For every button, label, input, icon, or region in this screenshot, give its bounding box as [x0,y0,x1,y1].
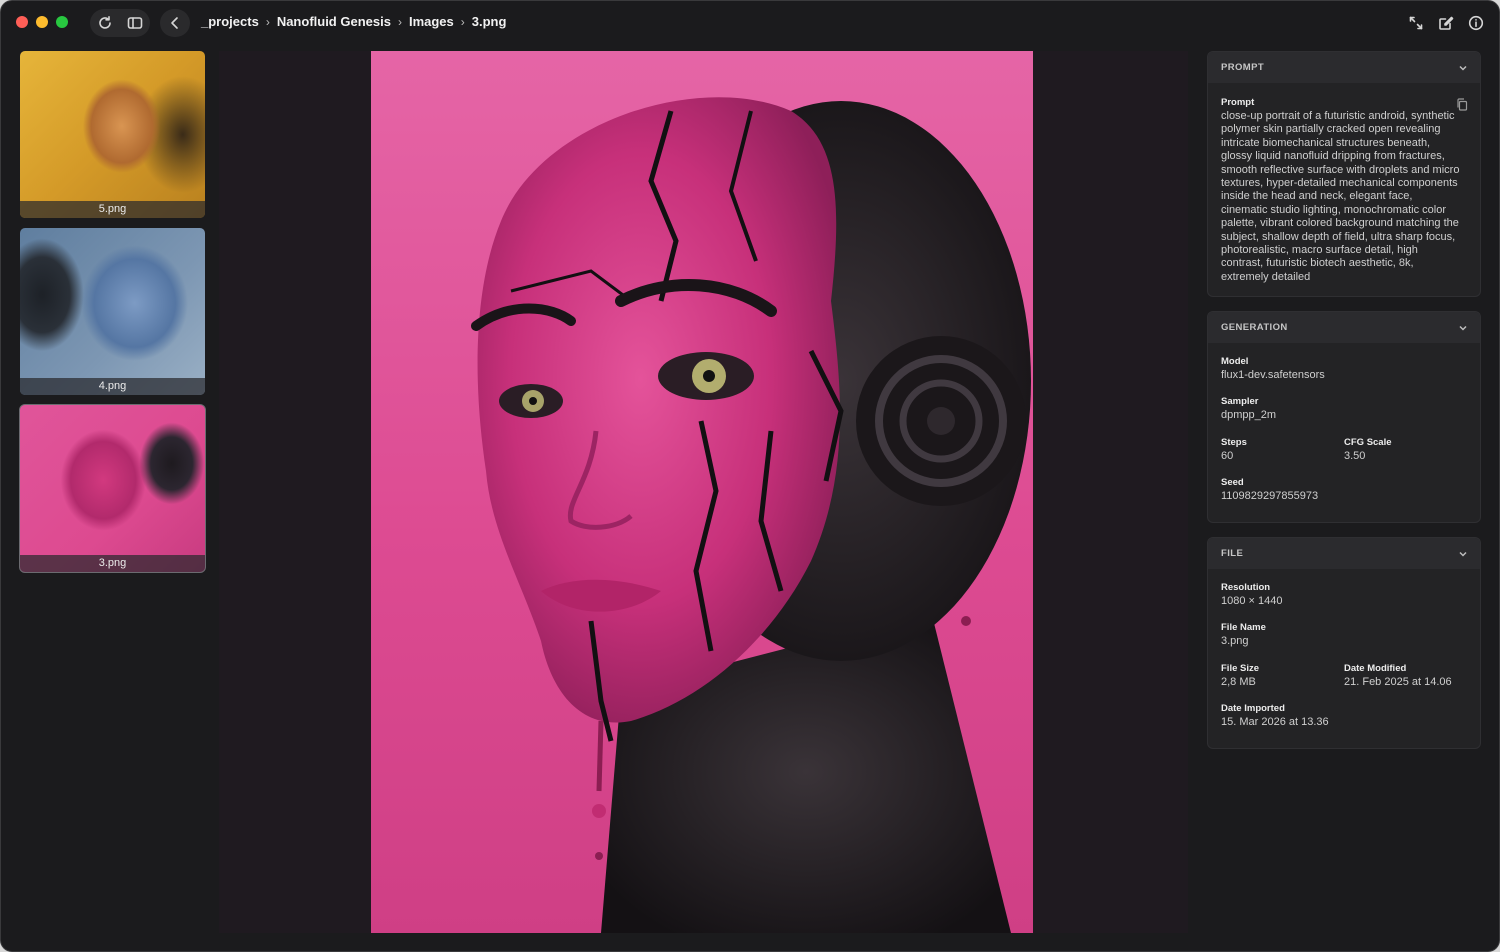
modified-value: 21. Feb 2025 at 14.06 [1344,675,1452,688]
breadcrumb-item-project[interactable]: Nanofluid Genesis [277,14,391,29]
thumbnail-image [20,405,205,572]
breadcrumb-separator: › [397,14,402,29]
cfg-value: 3.50 [1344,449,1366,462]
chevron-left-icon [171,17,178,29]
filesize-value: 2,8 MB [1221,675,1256,688]
steps-cfg-row: Steps 60 CFG Scale 3.50 [1221,437,1467,477]
prompt-panel-title: PROMPT [1221,62,1265,73]
breadcrumb-separator: › [460,14,465,29]
imported-field: Date Imported 15. Mar 2026 at 13.36 [1221,703,1467,729]
refresh-icon [99,16,111,29]
thumbnail-caption: 5.png [20,201,205,218]
cfg-field: CFG Scale 3.50 [1344,437,1467,463]
toolbar-group-back [160,9,190,37]
android-portrait-illustration [471,97,1031,933]
size-modified-row: File Size 2,8 MB Date Modified 21. Feb 2… [1221,663,1467,703]
modified-label: Date Modified [1344,662,1407,674]
info-button[interactable] [1461,9,1491,37]
generation-panel: GENERATION Model flux1-dev.safetensors S… [1207,311,1481,523]
seed-value: 1109829297855973 [1221,490,1319,503]
filename-label: File Name [1221,622,1266,634]
thumbnail-image [20,51,205,218]
edit-button[interactable] [1431,9,1461,37]
copy-prompt-button[interactable] [1456,98,1468,111]
breadcrumb-item-projects[interactable]: _projects [201,14,259,29]
filename-field: File Name 3.png [1221,622,1467,648]
breadcrumb-separator: › [265,14,270,29]
imported-label: Date Imported [1221,703,1285,715]
fullscreen-button[interactable] [1401,9,1431,37]
thumbnail-4[interactable]: 4.png [20,228,205,395]
generation-panel-header[interactable]: GENERATION [1208,312,1480,343]
sidebar-icon [127,17,143,29]
file-panel-header[interactable]: FILE [1208,538,1480,569]
main-image [371,51,1033,933]
minimize-window-button[interactable] [36,16,48,28]
sampler-label: Sampler [1221,396,1259,408]
model-label: Model [1221,356,1249,367]
copy-icon [1457,98,1468,111]
toolbar-group-left [90,9,150,37]
thumbnail-caption: 3.png [20,555,205,572]
filesize-field: File Size 2,8 MB [1221,663,1344,689]
sampler-field: Sampler dpmpp_2m [1221,396,1467,422]
breadcrumb-item-folder[interactable]: Images [409,14,454,29]
prompt-text: close-up portrait of a futuristic androi… [1221,110,1460,283]
compose-icon [1439,16,1454,30]
cfg-label: CFG Scale [1344,436,1392,448]
sampler-value: dpmpp_2m [1221,409,1277,422]
info-icon [1468,15,1484,31]
app-window: _projects › Nanofluid Genesis › Images ›… [0,0,1500,952]
prompt-panel-header[interactable]: PROMPT [1208,52,1480,83]
chevron-down-icon [1459,551,1467,557]
resolution-value: 1080 × 1440 [1221,595,1283,607]
thumbnail-list: 5.png 4.png 3.png [19,51,206,582]
title-bar: _projects › Nanofluid Genesis › Images ›… [1,1,1499,45]
filename-value: 3.png [1221,635,1249,648]
model-value: flux1-dev.safetensors [1221,369,1325,381]
modified-field: Date Modified 21. Feb 2025 at 14.06 [1344,663,1467,689]
thumbnail-caption: 4.png [20,378,205,395]
generation-panel-title: GENERATION [1221,322,1288,333]
seed-label: Seed [1221,477,1244,489]
back-button[interactable] [160,9,190,37]
breadcrumb-item-file: 3.png [471,14,507,29]
chevron-down-icon [1459,325,1467,331]
image-viewer [219,51,1188,933]
steps-value: 60 [1221,449,1234,462]
thumbnail-5[interactable]: 5.png [20,51,205,218]
resolution-label: Resolution [1221,582,1271,593]
prompt-field: Prompt close-up portrait of a futuristic… [1221,97,1467,284]
steps-field: Steps 60 [1221,437,1344,463]
resolution-field: Resolution 1080 × 1440 [1221,582,1467,608]
breadcrumb: _projects › Nanofluid Genesis › Images ›… [201,14,506,29]
prompt-panel: PROMPT Prompt close-up portrait of a fut… [1207,51,1481,297]
chevron-down-icon [1459,65,1467,71]
file-panel-title: FILE [1221,548,1244,559]
seed-field: Seed 1109829297855973 [1221,477,1467,503]
close-window-button[interactable] [16,16,28,28]
thumbnail-image [20,228,205,395]
imported-value: 15. Mar 2026 at 13.36 [1221,716,1329,729]
steps-label: Steps [1221,436,1247,448]
thumbnail-3-selected[interactable]: 3.png [19,404,206,573]
refresh-button[interactable] [90,9,120,37]
prompt-label: Prompt [1221,97,1255,108]
maximize-window-button[interactable] [56,16,68,28]
expand-icon [1409,16,1423,30]
filesize-label: File Size [1221,662,1260,674]
file-panel: FILE Resolution 1080 × 1440 File Name 3.… [1207,537,1481,749]
toolbar-right [1401,9,1491,37]
toggle-sidebar-button[interactable] [120,9,150,37]
model-field: Model flux1-dev.safetensors [1221,356,1467,382]
